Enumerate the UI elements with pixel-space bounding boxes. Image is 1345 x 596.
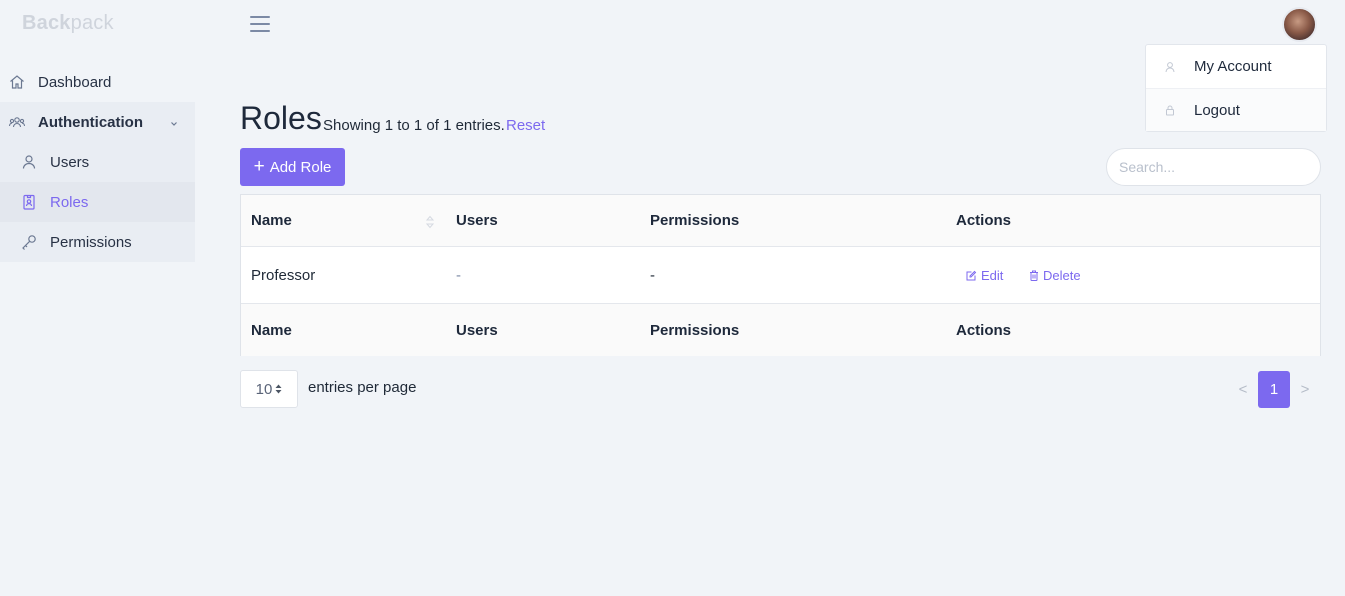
entries-info: Showing 1 to 1 of 1 entries. <box>323 117 505 134</box>
cell-users: - <box>456 266 461 284</box>
table-header-row: Name Users Permissions Actions <box>241 195 1320 247</box>
group-icon <box>8 113 26 131</box>
column-header-actions: Actions <box>956 212 1012 229</box>
sidebar-item-users[interactable]: Users <box>0 142 195 182</box>
column-header-name[interactable]: Name <box>251 212 292 229</box>
menu-toggle-icon[interactable] <box>250 15 270 33</box>
sidebar-item-dashboard[interactable]: Dashboard <box>0 62 195 102</box>
pagination-prev[interactable]: < <box>1232 371 1254 408</box>
user-dropdown-menu: My Account Logout <box>1145 44 1327 132</box>
per-page-value: 10 <box>255 380 273 398</box>
column-footer-users: Users <box>456 321 498 339</box>
sidebar-item-label: Users <box>50 153 90 171</box>
pagination-next[interactable]: > <box>1294 371 1316 408</box>
sidebar-item-label: Roles <box>50 193 89 211</box>
trash-icon <box>1030 270 1038 281</box>
sidebar-item-label: Permissions <box>50 233 132 251</box>
brand-logo-bold: Back <box>22 12 71 34</box>
logout-label: Logout <box>1194 101 1240 119</box>
home-icon <box>8 73 26 91</box>
lock-icon <box>1164 104 1176 116</box>
column-header-permissions: Permissions <box>650 212 740 229</box>
select-arrows-icon <box>275 384 282 394</box>
entries-per-page-label: entries per page <box>308 379 417 396</box>
plus-icon: + <box>253 155 265 177</box>
pagination-page-1[interactable]: 1 <box>1258 371 1290 408</box>
my-account-menu-item[interactable]: My Account <box>1146 45 1326 88</box>
sidebar-item-authentication[interactable]: Authentication <box>0 102 195 142</box>
add-role-label: Add Role <box>269 158 332 176</box>
sidebar-item-label: Dashboard <box>38 73 112 91</box>
logout-menu-item[interactable]: Logout <box>1146 88 1326 131</box>
delete-label: Delete <box>1043 267 1081 283</box>
user-avatar[interactable] <box>1282 7 1317 42</box>
roles-table: Name Users Permissions Actions Professor… <box>240 194 1321 356</box>
sidebar: Dashboard Authentication Users Roles Per… <box>0 62 195 262</box>
delete-button[interactable]: Delete <box>1029 268 1081 283</box>
add-role-button[interactable]: + Add Role <box>240 148 345 186</box>
key-icon <box>20 233 38 251</box>
table-footer-row: Name Users Permissions Actions <box>241 304 1320 356</box>
sidebar-item-permissions[interactable]: Permissions <box>0 222 195 262</box>
table-row: Professor - - Edit Delete <box>241 247 1320 304</box>
edit-button[interactable]: Edit <box>966 268 1003 283</box>
id-badge-icon <box>20 193 38 211</box>
cell-name: Professor <box>251 266 316 284</box>
entries-per-page-select[interactable]: 10 <box>240 370 298 408</box>
sort-icon[interactable] <box>425 214 435 235</box>
sidebar-item-roles[interactable]: Roles <box>0 182 195 222</box>
column-footer-name: Name <box>251 321 292 339</box>
user-icon <box>20 153 38 171</box>
edit-icon <box>966 270 977 280</box>
edit-label: Edit <box>981 267 1004 283</box>
column-footer-permissions: Permissions <box>650 321 740 339</box>
brand-logo-light: pack <box>70 12 114 34</box>
brand-logo[interactable]: Backpack <box>22 12 114 35</box>
page-title: Roles <box>240 100 322 136</box>
column-footer-actions: Actions <box>956 321 1012 339</box>
my-account-label: My Account <box>1194 58 1272 75</box>
reset-link[interactable]: Reset <box>506 117 545 134</box>
chevron-down-icon <box>169 116 179 133</box>
user-icon <box>1164 61 1176 73</box>
sidebar-item-label: Authentication <box>38 113 143 131</box>
cell-permissions: - <box>650 266 655 284</box>
search-input[interactable] <box>1106 148 1321 186</box>
column-header-users: Users <box>456 212 498 229</box>
